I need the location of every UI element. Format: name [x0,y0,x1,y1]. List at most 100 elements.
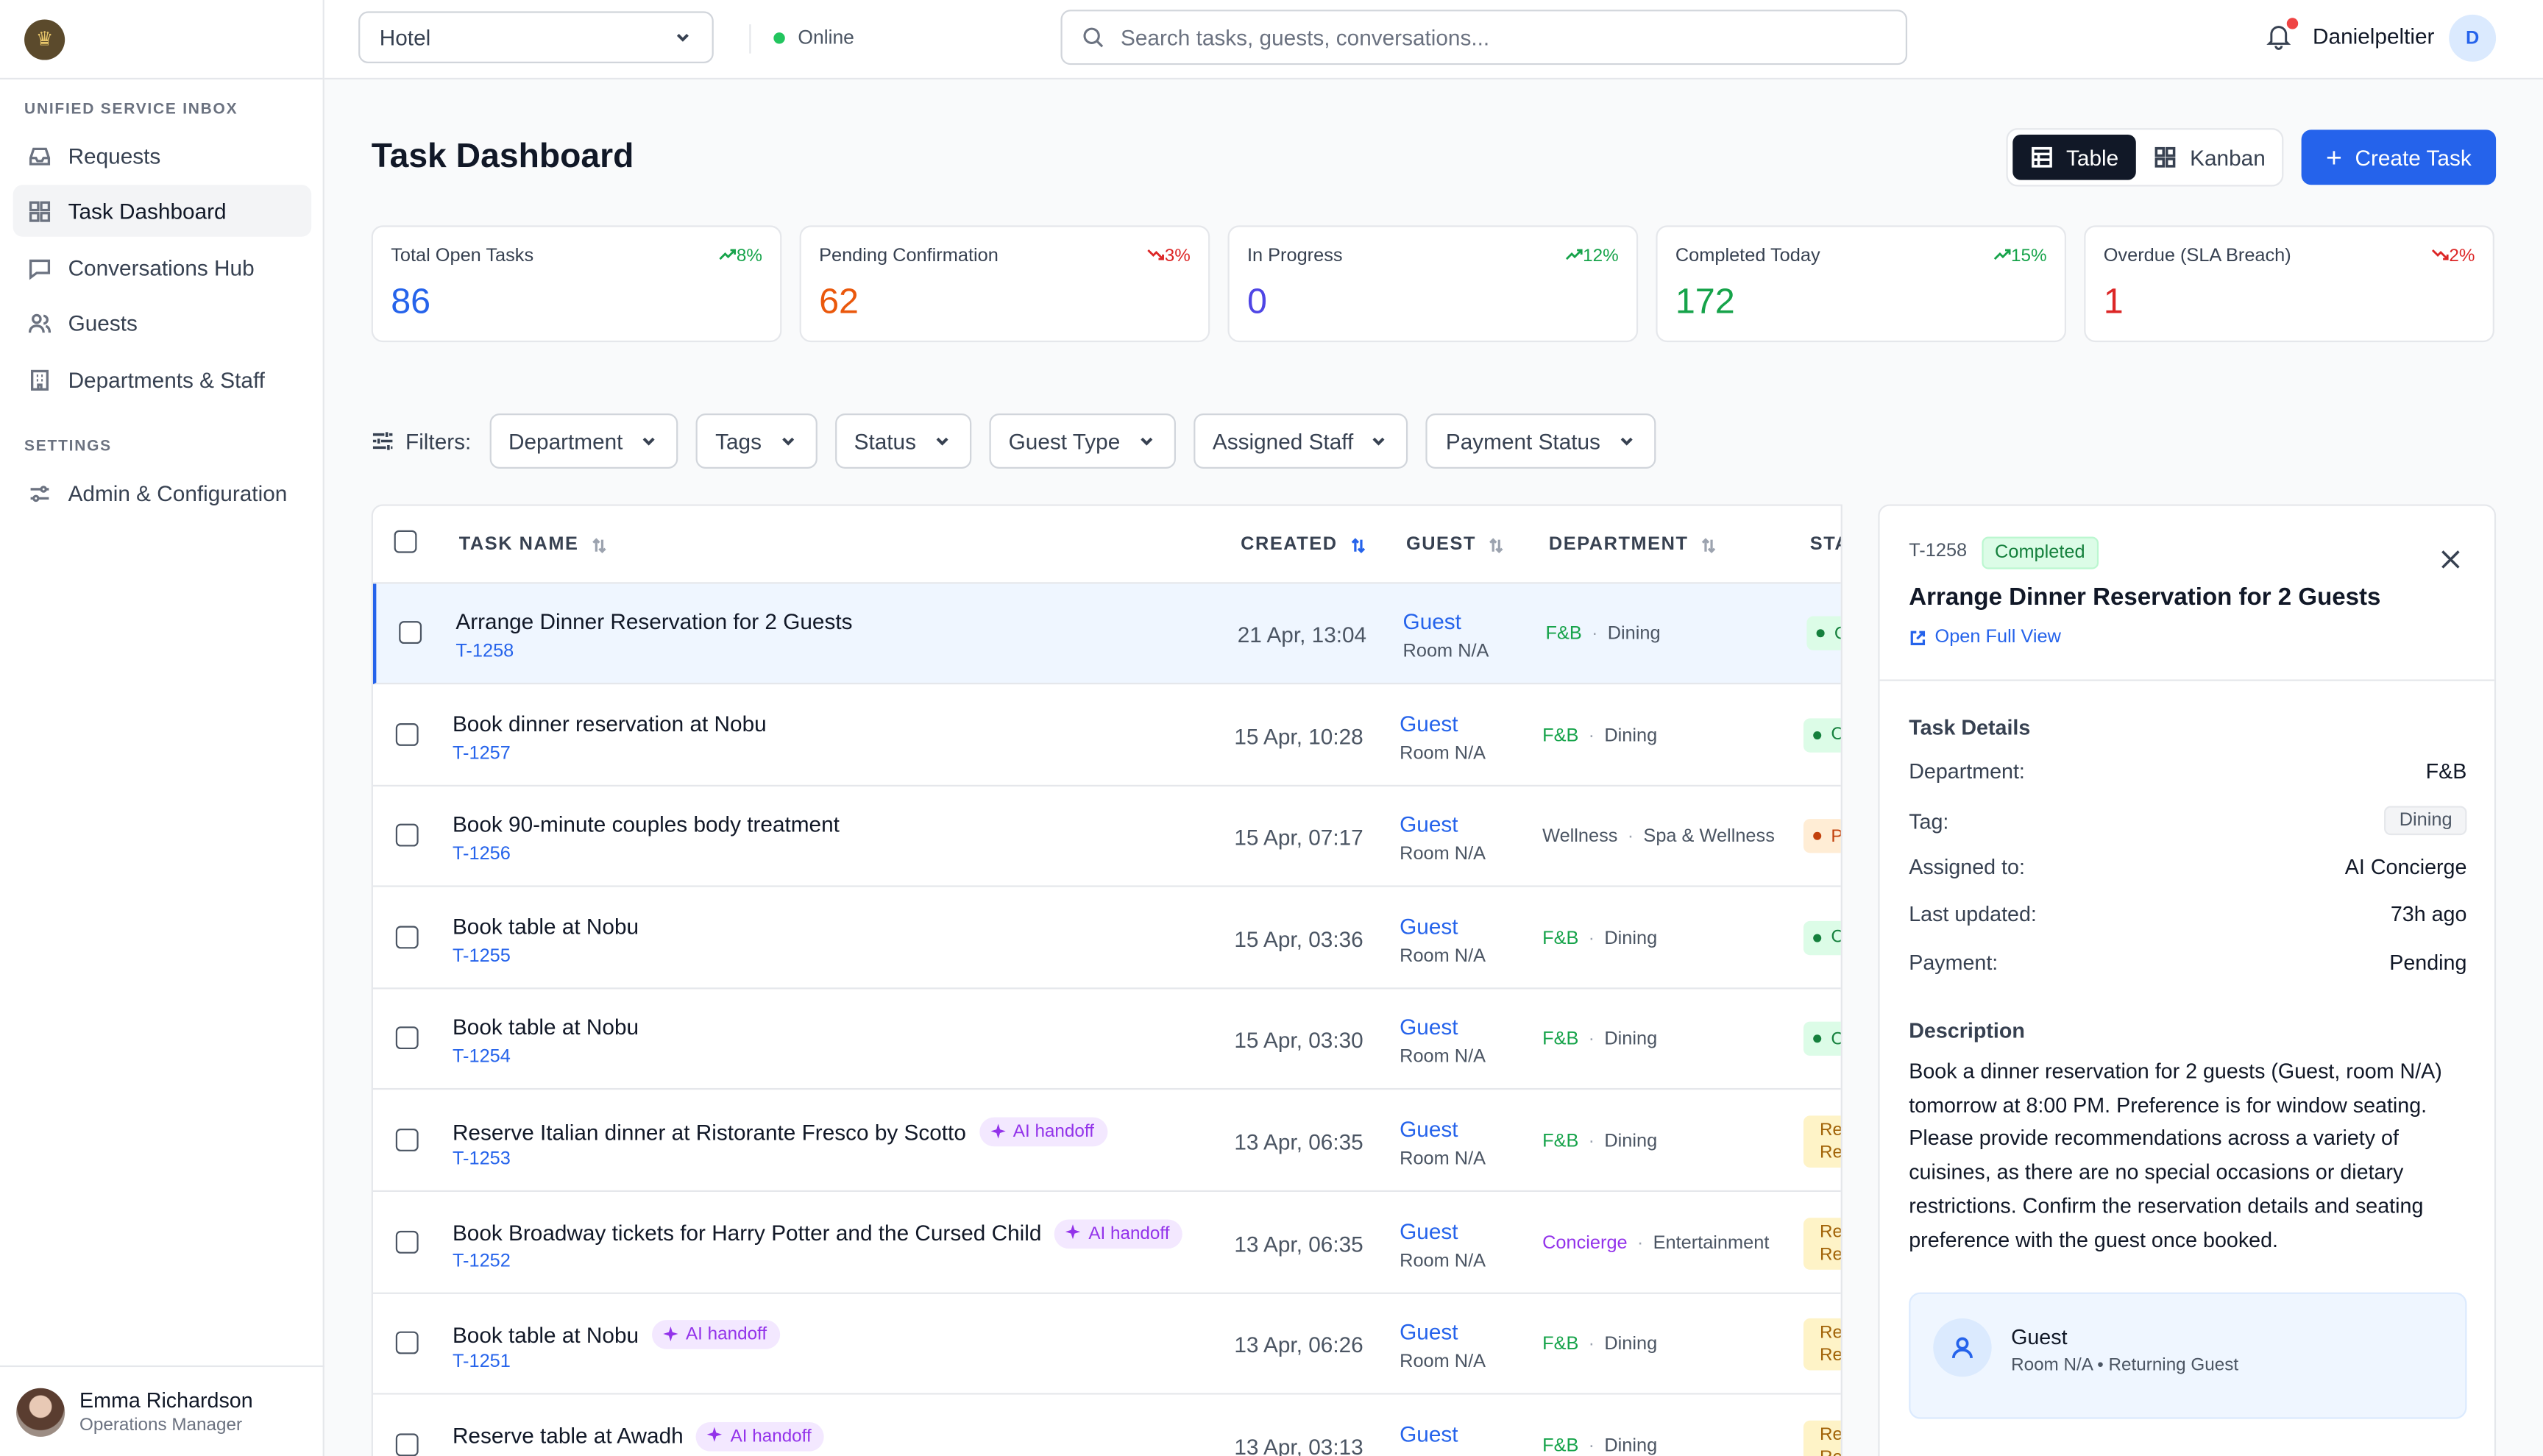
filter-label: Assigned Staff [1212,428,1354,454]
filter-payment-status-button[interactable]: Payment Status [1426,413,1656,469]
sidebar-item-task-dashboard[interactable]: Task Dashboard [13,185,312,237]
task-name[interactable]: Book table at Nobu [453,1016,639,1040]
detail-row: Assigned to: AI Concierge [1909,854,2466,878]
status-text-2: Re [1820,1143,1842,1163]
select-all-checkbox[interactable] [394,530,417,553]
task-id-link[interactable]: T-1254 [453,1048,511,1068]
table-row[interactable]: Arrange Dinner Reservation for 2 Guests T… [372,583,1841,685]
row-checkbox[interactable] [395,1027,419,1050]
hotel-select[interactable]: Hotel [358,11,714,63]
separator-dot: · [1588,1436,1595,1456]
task-id-link[interactable]: T-1252 [453,1251,511,1271]
filter-buttons: Department Tags Status Guest Type Assigned S… [489,413,1674,469]
guest-link[interactable]: Guest [1400,1118,1458,1142]
stat-card[interactable]: Total Open Tasks 8% 86 [371,225,782,343]
filter-tags-button[interactable]: Tags [695,413,817,469]
task-name[interactable]: Book dinner reservation at Nobu [453,711,767,736]
task-name[interactable]: Arrange Dinner Reservation for 2 Guests [455,610,852,634]
guest-link[interactable]: Guest [1400,1219,1458,1243]
task-name[interactable]: Book table at Nobu [453,915,639,939]
view-kanban-button[interactable]: Kanban [2136,135,2283,180]
table-row[interactable]: Book dinner reservation at Nobu T-1257 15 … [372,685,1841,786]
filter-status-button[interactable]: Status [834,413,971,469]
guest-link[interactable]: Guest [1400,813,1458,837]
column-header-guest[interactable]: GUEST [1406,535,1505,555]
sidebar-item-requests[interactable]: Requests [13,129,312,182]
task-name[interactable]: Book 90-minute couples body treatment [453,813,840,837]
guest-link[interactable]: Guest [1400,711,1458,736]
column-header-status[interactable]: STA [1810,535,1841,554]
notifications-button[interactable] [2264,18,2299,54]
filter-guest-type-button[interactable]: Guest Type [989,413,1176,469]
separator-dot: · [1588,928,1595,948]
task-id-link[interactable]: T-1256 [453,845,511,864]
stat-card[interactable]: Pending Confirmation 3% 62 [799,225,1210,343]
column-header-department[interactable]: DEPARTMENT [1549,535,1717,555]
row-checkbox[interactable] [395,926,419,948]
sidebar-item-guests[interactable]: Guests [13,296,312,349]
guest-link[interactable]: Guest [1400,1422,1458,1446]
created-time: 13 Apr, 06:35 [1234,1232,1363,1257]
guest-link[interactable]: Guest [1400,1016,1458,1040]
table-row[interactable]: Reserve Italian dinner at Ristorante Fre… [372,1091,1842,1193]
topbar-username[interactable]: Danielpeltier [2313,24,2434,49]
task-name[interactable]: Book table at Nobu AI handoff [453,1320,780,1350]
hotel-logo-icon[interactable]: ♛ [24,18,65,60]
search-input[interactable] [1121,25,1867,50]
sort-icon [1489,537,1503,553]
row-checkbox[interactable] [399,621,422,644]
topbar-avatar[interactable]: D [2449,14,2497,62]
detail-row: Last updated: 73h ago [1909,902,2466,926]
stat-card[interactable]: In Progress 12% 0 [1227,225,1639,343]
stat-label: Pending Confirmation [819,246,999,266]
table-row[interactable]: Book Broadway tickets for Harry Potter a… [372,1193,1841,1293]
sidebar-item-conversations-hub[interactable]: Conversations Hub [13,241,312,294]
sidebar-item-departments-staff[interactable]: Departments & Staff [13,353,312,405]
guest-link[interactable]: Guest [1400,915,1458,939]
stat-trend-value: 15% [2011,246,2047,266]
row-checkbox[interactable] [395,1230,419,1253]
stat-card[interactable]: Overdue (SLA Breach) 2% 1 [2084,225,2494,343]
sidebar-item-label: Conversations Hub [68,255,255,280]
table-row[interactable]: Book table at Nobu AI handoff T-1251 13 Apr… [372,1294,1841,1395]
open-full-view-link[interactable]: Open Full View [1909,628,2061,647]
status-text: C [1831,725,1840,744]
row-checkbox[interactable] [395,1432,419,1456]
guest-room: Room N/A [1400,743,1486,764]
sidebar-user[interactable]: Emma Richardson Operations Manager [0,1365,324,1456]
table-row[interactable]: Book table at Nobu T-1255 15 Apr, 03:36 Gue… [372,888,1841,990]
close-icon[interactable] [2439,548,2462,571]
sliders-icon [30,485,49,501]
task-id-link[interactable]: T-1258 [455,642,514,661]
search-box[interactable] [1060,10,1908,65]
filter-assigned-staff-button[interactable]: Assigned Staff [1193,413,1409,469]
row-checkbox[interactable] [395,824,419,847]
row-checkbox[interactable] [395,1129,419,1151]
chevron-down-icon [936,437,948,446]
guest-link[interactable]: Guest [1400,1321,1458,1345]
chevron-down-icon [676,33,689,42]
task-id-link[interactable]: T-1253 [453,1150,511,1169]
sidebar-item-admin-configuration[interactable]: Admin & Configuration [13,467,312,519]
row-checkbox[interactable] [395,722,419,745]
task-id-link[interactable]: T-1251 [453,1353,511,1372]
guest-card[interactable]: Guest Room N/A • Returning Guest [1909,1292,2467,1419]
task-name[interactable]: Reserve table at Awadh AI handoff [453,1421,825,1452]
create-task-button[interactable]: + Create Task [2301,129,2497,185]
table-row[interactable]: Reserve table at AwadhAI handoffT-125013… [373,1396,1841,1456]
table-row[interactable]: Book table at Nobu T-1254 15 Apr, 03:30 Gue… [372,990,1841,1091]
task-name-text: Arrange Dinner Reservation for 2 Guests [455,609,853,634]
column-header-created[interactable]: CREATED [1241,535,1366,555]
detail-row: Payment: Pending [1909,950,2466,974]
task-name[interactable]: Reserve Italian dinner at Ristorante Fre… [453,1117,1107,1147]
table-row[interactable]: Book 90-minute couples body treatment T-1… [372,786,1841,888]
task-id-link[interactable]: T-1255 [453,947,511,966]
task-id-link[interactable]: T-1257 [453,744,511,763]
task-name[interactable]: Book Broadway tickets for Harry Potter a… [453,1218,1183,1249]
view-table-button[interactable]: Table [2012,134,2137,180]
stat-card[interactable]: Completed Today 15% 172 [1656,225,2067,343]
filter-department-button[interactable]: Department [489,413,678,469]
guest-link[interactable]: Guest [1403,610,1461,634]
column-header-task-name[interactable]: TASK NAME [459,535,608,555]
row-checkbox[interactable] [395,1331,419,1354]
